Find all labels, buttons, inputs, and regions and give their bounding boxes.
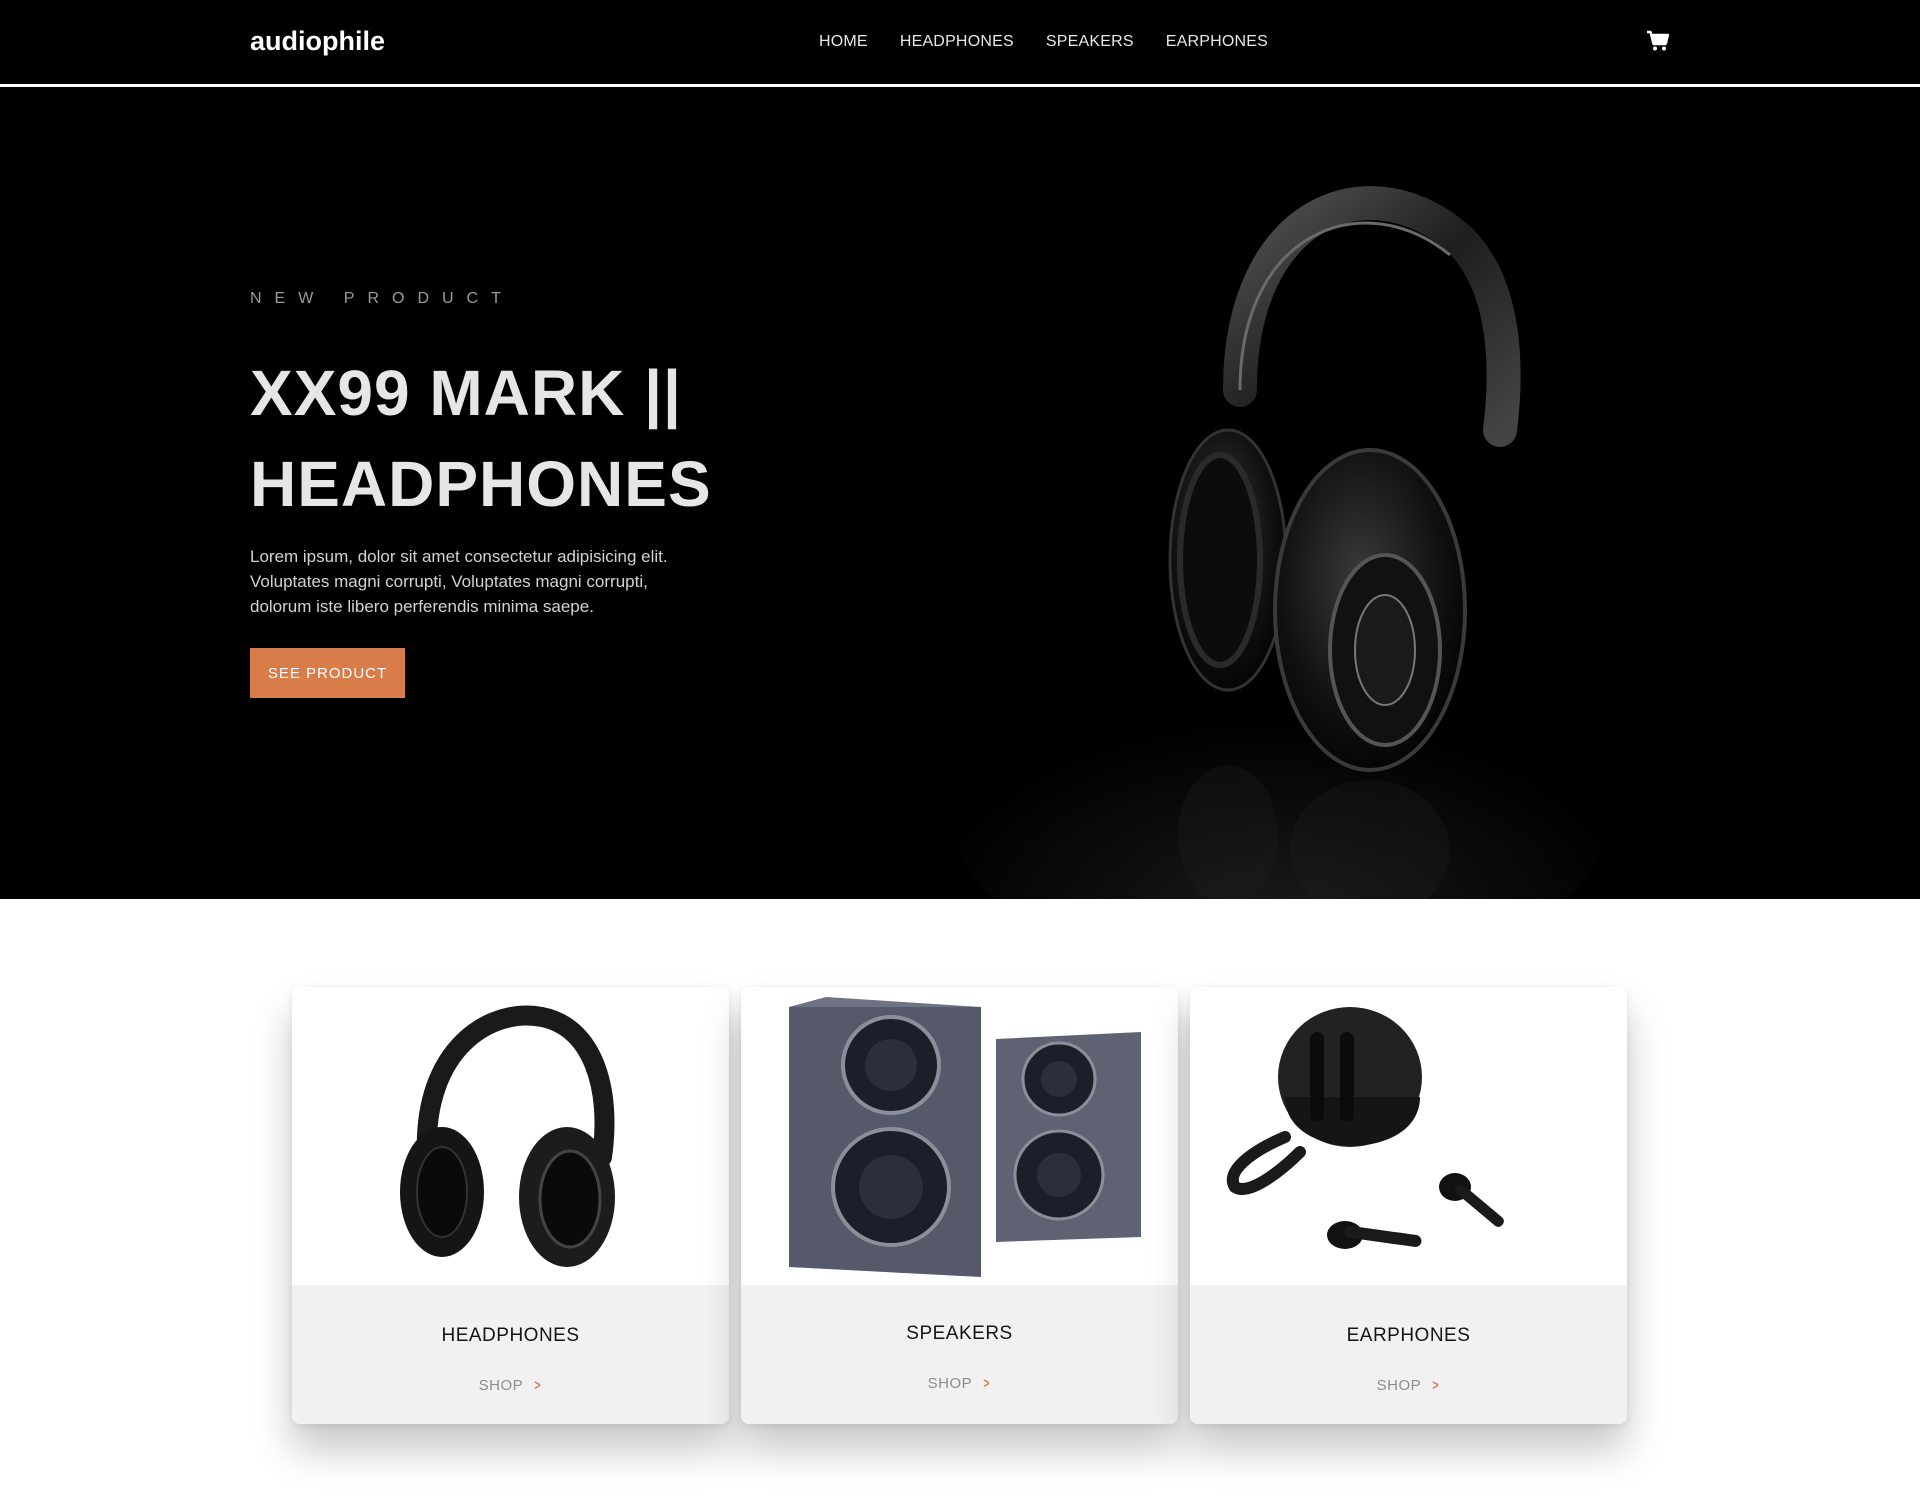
speakers-image bbox=[789, 997, 1141, 1277]
category-card-headphones[interactable]: HEADPHONES SHOP > bbox=[292, 987, 729, 1424]
category-title: HEADPHONES bbox=[441, 1325, 580, 1346]
category-card-earphones[interactable]: EARPHONES SHOP > bbox=[1190, 987, 1627, 1424]
shop-label: SHOP bbox=[478, 1377, 524, 1394]
hero-description: Lorem ipsum, dolor sit amet consectetur … bbox=[250, 547, 668, 616]
category-card-speakers[interactable]: SPEAKERS SHOP > bbox=[741, 987, 1178, 1424]
nav-links: HOME HEADPHONES SPEAKERS EARPHONES bbox=[819, 33, 1268, 51]
category-title: EARPHONES bbox=[1346, 1325, 1471, 1346]
card-bottom: EARPHONES SHOP > bbox=[1190, 1285, 1627, 1424]
headphones-hero-image bbox=[950, 186, 1610, 899]
earphones-image bbox=[1227, 1007, 1504, 1249]
hero-title: XX99 MARK || HEADPHONES bbox=[250, 357, 712, 520]
card-bottom: SPEAKERS SHOP > bbox=[741, 1285, 1178, 1424]
nav-link-home[interactable]: HOME bbox=[819, 33, 868, 51]
shop-label: SHOP bbox=[927, 1375, 973, 1392]
nav-link-earphones[interactable]: EARPHONES bbox=[1166, 33, 1268, 51]
chevron-right-icon: > bbox=[983, 1375, 991, 1392]
shop-link[interactable]: SHOP > bbox=[292, 1377, 729, 1394]
category-cards: HEADPHONES SHOP > SPEAKERS SHOP > EARPHO… bbox=[292, 987, 1628, 1424]
navbar: audiophile HOME HEADPHONES SPEAKERS EARP… bbox=[0, 0, 1920, 84]
card-bottom: HEADPHONES SHOP > bbox=[292, 1285, 729, 1424]
category-title: SPEAKERS bbox=[906, 1323, 1013, 1344]
hero-overline: NEW PRODUCT bbox=[250, 290, 514, 307]
nav-link-speakers[interactable]: SPEAKERS bbox=[1046, 33, 1134, 51]
hero-section: NEW PRODUCT XX99 MARK || HEADPHONES Lore… bbox=[0, 90, 1920, 899]
cart-icon[interactable] bbox=[1646, 30, 1670, 54]
nav-link-headphones[interactable]: HEADPHONES bbox=[900, 33, 1014, 51]
headphones-image bbox=[400, 1005, 615, 1267]
see-product-button[interactable]: SEE PRODUCT bbox=[250, 648, 405, 698]
chevron-right-icon: > bbox=[534, 1377, 542, 1394]
shop-link[interactable]: SHOP > bbox=[1190, 1377, 1627, 1394]
shop-link[interactable]: SHOP > bbox=[741, 1375, 1178, 1392]
card-image-area bbox=[292, 987, 729, 1285]
card-image-area bbox=[741, 987, 1178, 1285]
chevron-right-icon: > bbox=[1432, 1377, 1440, 1394]
logo[interactable]: audiophile bbox=[250, 26, 385, 57]
shop-label: SHOP bbox=[1376, 1377, 1422, 1394]
card-image-area bbox=[1190, 987, 1627, 1285]
